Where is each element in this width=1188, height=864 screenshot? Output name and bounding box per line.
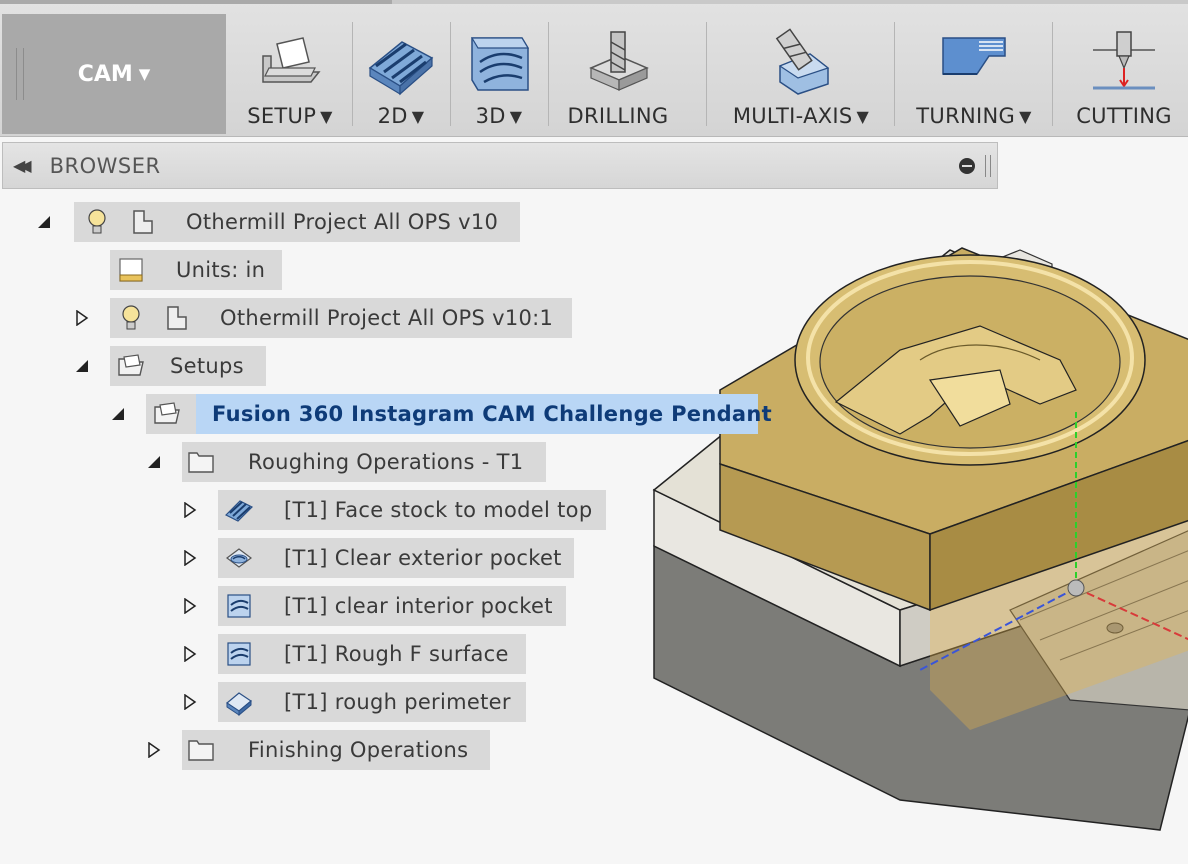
- 2d-milling-icon: [368, 41, 434, 96]
- setup-label: SETUP: [247, 104, 317, 128]
- 3d-viewport[interactable]: [600, 190, 1188, 860]
- multi-axis-icon: [775, 28, 830, 95]
- collapsed-triangle-icon[interactable]: [146, 742, 162, 758]
- contour-operation-icon: [225, 692, 253, 717]
- roughing-label: Roughing Operations - T1: [248, 450, 524, 474]
- toolbar-top-tab: [0, 0, 392, 4]
- document-node[interactable]: Othermill Project All OPS v10: [74, 202, 520, 242]
- expanded-triangle-icon[interactable]: [36, 214, 52, 230]
- collapsed-triangle-icon[interactable]: [182, 550, 198, 566]
- pocket-operation-icon: [226, 548, 252, 568]
- multi-axis-menu[interactable]: MULTI-AXIS ▼: [716, 14, 886, 134]
- operation-node[interactable]: [T1] rough perimeter: [218, 682, 526, 722]
- toolbar-divider: [548, 22, 549, 126]
- lightbulb-icon[interactable]: [82, 207, 112, 237]
- component-icon: [167, 306, 187, 330]
- chevron-down-icon: ▼: [1019, 106, 1032, 126]
- chevron-down-icon: ▼: [509, 106, 523, 126]
- chevron-down-icon: ▼: [411, 106, 425, 126]
- workspace-label: CAM: [77, 61, 133, 87]
- setup-node[interactable]: Fusion 360 Instagram CAM Challenge Penda…: [146, 394, 772, 434]
- chevron-down-icon: ▼: [320, 106, 333, 126]
- setup-selection[interactable]: Fusion 360 Instagram CAM Challenge Penda…: [196, 394, 772, 434]
- collapsed-triangle-icon[interactable]: [74, 310, 90, 326]
- setup-menu[interactable]: SETUP ▼: [238, 14, 342, 134]
- cutting-label: CUTTING: [1076, 104, 1172, 128]
- expanded-triangle-icon[interactable]: [110, 406, 126, 422]
- drilling-button[interactable]: DRILLING: [558, 14, 678, 134]
- turning-menu[interactable]: TURNING ▼: [904, 14, 1044, 134]
- folder-icon: [188, 452, 214, 473]
- collapsed-triangle-icon[interactable]: [182, 598, 198, 614]
- toolbar-divider: [450, 22, 451, 126]
- adaptive-clearing-icon: [227, 594, 251, 618]
- collapse-panel-icon[interactable]: ◀◀: [13, 156, 31, 175]
- 3d-milling-icon: [470, 37, 530, 91]
- cutting-button[interactable]: CUTTING: [1064, 14, 1184, 134]
- root-label: Othermill Project All OPS v10: [186, 210, 499, 234]
- cutting-icon: [1093, 31, 1155, 90]
- folder-icon: [188, 740, 214, 761]
- toolbar-divider: [1052, 22, 1053, 126]
- 2d-menu[interactable]: 2D ▼: [360, 14, 442, 134]
- browser-panel-header: ◀◀ BROWSER: [2, 142, 998, 189]
- setup-icon: [262, 37, 321, 83]
- operation-label: [T1] Face stock to model top: [284, 498, 593, 522]
- cam-toolbar: CAM ▼ SETUP ▼ 2D ▼ 3D ▼ DRILLING MULTI-A…: [0, 0, 1188, 137]
- component-label: Othermill Project All OPS v10:1: [220, 306, 554, 330]
- chevron-down-icon: ▼: [856, 106, 870, 126]
- toolbar-divider: [894, 22, 895, 126]
- chevron-down-icon: ▼: [138, 65, 151, 83]
- origin-marker[interactable]: [1067, 579, 1085, 597]
- finishing-folder-node[interactable]: Finishing Operations: [182, 730, 490, 770]
- expanded-triangle-icon[interactable]: [74, 358, 90, 374]
- drilling-label: DRILLING: [567, 104, 669, 128]
- browser-title: BROWSER: [49, 153, 161, 178]
- lightbulb-icon[interactable]: [116, 303, 146, 333]
- workspace-switcher[interactable]: CAM ▼: [2, 14, 226, 134]
- collapsed-triangle-icon[interactable]: [182, 646, 198, 662]
- finishing-label: Finishing Operations: [248, 738, 469, 762]
- model-render: [652, 247, 1188, 831]
- setups-label: Setups: [170, 354, 244, 378]
- setup-label: Fusion 360 Instagram CAM Challenge Penda…: [212, 402, 772, 426]
- panel-grip[interactable]: [985, 155, 991, 177]
- minimize-icon[interactable]: [959, 158, 975, 174]
- units-label: Units: in: [176, 258, 266, 282]
- setup-icon: [154, 402, 180, 424]
- adaptive-clearing-icon: [227, 642, 251, 666]
- component-node[interactable]: Othermill Project All OPS v10:1: [110, 298, 572, 338]
- turning-label: TURNING: [916, 104, 1016, 128]
- toolbar-divider: [706, 22, 707, 126]
- 3d-menu[interactable]: 3D ▼: [458, 14, 540, 134]
- operation-node[interactable]: [T1] clear interior pocket: [218, 586, 566, 626]
- drill-icon: [589, 31, 649, 91]
- expanded-triangle-icon[interactable]: [146, 454, 162, 470]
- 3d-label: 3D: [475, 104, 506, 128]
- setups-node[interactable]: Setups: [110, 346, 266, 386]
- roughing-folder-node[interactable]: Roughing Operations - T1: [182, 442, 546, 482]
- setup-folder-icon: [118, 354, 144, 376]
- units-node[interactable]: Units: in: [110, 250, 282, 290]
- turning-icon: [942, 37, 1006, 75]
- collapsed-triangle-icon[interactable]: [182, 502, 198, 518]
- 2d-label: 2D: [377, 104, 408, 128]
- operation-node[interactable]: [T1] Face stock to model top: [218, 490, 606, 530]
- operation-label: [T1] Clear exterior pocket: [284, 546, 562, 570]
- operation-label: [T1] clear interior pocket: [284, 594, 553, 618]
- collapsed-triangle-icon[interactable]: [182, 694, 198, 710]
- face-operation-icon: [224, 500, 254, 522]
- operation-label: [T1] Rough F surface: [284, 642, 509, 666]
- component-icon: [133, 210, 153, 234]
- operation-node[interactable]: [T1] Clear exterior pocket: [218, 538, 574, 578]
- multi-axis-label: MULTI-AXIS: [732, 104, 853, 128]
- toolbar-divider: [352, 22, 353, 126]
- operation-node[interactable]: [T1] Rough F surface: [218, 634, 526, 674]
- ruler-icon: [119, 258, 143, 282]
- toolbar-grip[interactable]: [16, 48, 24, 100]
- operation-label: [T1] rough perimeter: [284, 690, 511, 714]
